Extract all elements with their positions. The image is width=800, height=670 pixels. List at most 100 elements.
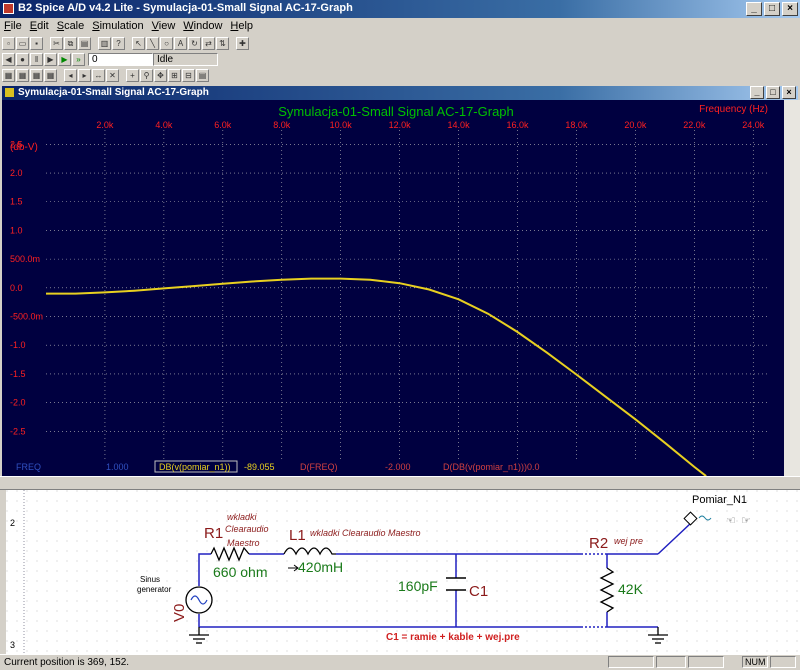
new-file-icon[interactable]: ▫ xyxy=(2,36,15,50)
stop-icon[interactable]: ● xyxy=(16,52,29,66)
r1-value: 660 ohm xyxy=(213,564,267,580)
x-tick-label: 18.0k xyxy=(565,120,588,130)
table-icon[interactable]: ▤ xyxy=(196,68,209,82)
text-tool-icon[interactable]: A xyxy=(174,36,187,50)
step-value-field[interactable]: 0 xyxy=(88,52,153,66)
graph-minimize-button[interactable]: _ xyxy=(750,86,764,99)
menu-view[interactable]: View xyxy=(148,18,180,34)
open-folder-icon[interactable]: ▭ xyxy=(16,36,29,50)
graph-toolbar: ▦ ▦ ▦ ▦ ◂ ▸ ↔ ✕ + ⚲ ✥ ⊞ ⊟ ▤ xyxy=(2,67,210,83)
rotate-tool-icon[interactable]: ↻ xyxy=(188,36,201,50)
x-tick-label: 22.0k xyxy=(683,120,706,130)
x-tick-label: 24.0k xyxy=(742,120,765,130)
x-tick-label: 12.0k xyxy=(389,120,412,130)
row-label-3: 3 xyxy=(10,640,15,650)
x-tick-label: 10.0k xyxy=(330,120,353,130)
y-tick-label: 1.5 xyxy=(10,197,23,207)
x-axis-label: Frequency (Hz) xyxy=(699,104,768,115)
menu-scale[interactable]: Scale xyxy=(53,18,89,34)
select-arrow-icon[interactable]: ↖ xyxy=(132,36,145,50)
copy-icon[interactable]: ⧉ xyxy=(64,36,77,50)
menu-file[interactable]: File xyxy=(0,18,26,34)
graph-maximize-button[interactable]: □ xyxy=(766,86,780,99)
cut-icon[interactable]: ✂ xyxy=(50,36,63,50)
cursor-swap-icon[interactable]: ↔ xyxy=(92,68,105,82)
x-tick-label: 8.0k xyxy=(273,120,291,130)
save-icon[interactable]: ▪ xyxy=(30,36,43,50)
cursor-x-icon[interactable]: ✕ xyxy=(106,68,119,82)
maximize-button[interactable]: □ xyxy=(764,2,780,16)
chart-title: Symulacja-01-Small Signal AC-17-Graph xyxy=(278,104,514,119)
graph-tool-4-icon[interactable]: ▦ xyxy=(44,68,57,82)
menu-bar: File Edit Scale Simulation View Window H… xyxy=(0,18,800,34)
minimize-button[interactable]: _ xyxy=(746,2,762,16)
menu-window[interactable]: Window xyxy=(179,18,226,34)
r2-value: 42K xyxy=(618,581,644,597)
hand-icon: ☞ xyxy=(741,515,751,527)
flip-tool-icon[interactable]: ⇄ xyxy=(202,36,215,50)
app-icon xyxy=(3,3,14,14)
v0-desc-1: Sinus xyxy=(140,575,160,584)
crosshair-icon[interactable]: + xyxy=(126,68,139,82)
plot-scrollbar[interactable] xyxy=(784,100,800,476)
x-tick-label: 20.0k xyxy=(624,120,647,130)
cursor-dtrace-value: 0.0 xyxy=(527,462,540,472)
pause-icon[interactable]: ‖ xyxy=(30,52,43,66)
y-tick-label: -500.0m xyxy=(10,312,43,322)
r1-desc-3: Maestro xyxy=(227,538,260,548)
c1-value: 160pF xyxy=(398,578,438,594)
cursor-left-icon[interactable]: ◂ xyxy=(64,68,77,82)
grid-icon[interactable]: ⊟ xyxy=(182,68,195,82)
c1-name: C1 xyxy=(469,583,488,600)
probe-tool-icon[interactable]: ✚ xyxy=(236,36,249,50)
wire-tool-icon[interactable]: ╲ xyxy=(146,36,159,50)
step-forward-icon[interactable]: ▶ xyxy=(44,52,57,66)
row-label-2: 2 xyxy=(10,518,15,528)
pan-icon[interactable]: ✥ xyxy=(154,68,167,82)
zoom-tool-icon[interactable]: ○ xyxy=(160,36,173,50)
zoom-icon[interactable]: ⚲ xyxy=(140,68,153,82)
cursor-trace-value: -89.055 xyxy=(244,462,275,472)
plot-area[interactable]: 2.0k 4.0k 6.0k 8.0k 10.0k 12.0k 14.0k 16.0k 18.0… xyxy=(2,100,784,476)
graph-tool-3-icon[interactable]: ▦ xyxy=(30,68,43,82)
menu-help[interactable]: Help xyxy=(226,18,257,34)
step-back-icon[interactable]: ◀ xyxy=(2,52,15,66)
l1-value: 420mH xyxy=(298,559,343,575)
graph-tool-2-icon[interactable]: ▦ xyxy=(16,68,29,82)
run-icon[interactable]: ▶ xyxy=(58,52,71,66)
cursor-right-icon[interactable]: ▸ xyxy=(78,68,91,82)
fit-icon[interactable]: ⊞ xyxy=(168,68,181,82)
num-lock-indicator: NUM xyxy=(742,656,768,668)
r2-name: R2 xyxy=(589,535,608,552)
circuit-note: C1 = ramie + kable + wej.pre xyxy=(386,632,520,643)
r1-desc-1: wkladki xyxy=(227,512,258,522)
fast-forward-icon[interactable]: » xyxy=(72,52,85,66)
pane-splitter[interactable] xyxy=(0,476,800,490)
menu-simulation[interactable]: Simulation xyxy=(88,18,147,34)
v0-desc-2: generator xyxy=(137,585,172,594)
y-tick-label: -2.5 xyxy=(10,426,26,436)
schematic-canvas[interactable]: 2 3 R1 wkladki Clearaudio Maestro 660 oh… xyxy=(6,490,800,654)
menu-edit[interactable]: Edit xyxy=(26,18,53,34)
graph-close-button[interactable]: × xyxy=(782,86,796,99)
r1-name: R1 xyxy=(204,525,223,542)
v0-name: V0 xyxy=(171,604,188,622)
x-tick-label: 14.0k xyxy=(448,120,471,130)
close-button[interactable]: × xyxy=(782,2,798,16)
schematic-pane[interactable]: 2 3 R1 wkladki Clearaudio Maestro 660 oh… xyxy=(6,490,800,654)
cursor-freq-label: FREQ xyxy=(16,462,41,472)
graph-tool-1-icon[interactable]: ▦ xyxy=(2,68,15,82)
standard-toolbar: ▫ ▭ ▪ ✂ ⧉ ▤ ▥ ? ↖ ╲ ○ A ↻ ⇄ ⇅ ✚ xyxy=(2,35,250,51)
y-tick-label: 2.0 xyxy=(10,168,23,178)
help-icon[interactable]: ? xyxy=(112,36,125,50)
print-icon[interactable]: ▥ xyxy=(98,36,111,50)
cursor-dfreq-label: D(FREQ) xyxy=(300,462,338,472)
graph-window-title: Symulacja-01-Small Signal AC-17-Graph xyxy=(18,87,209,98)
status-panel-3 xyxy=(688,656,724,668)
y-tick-label: 500.0m xyxy=(10,254,40,264)
bode-chart[interactable]: 2.0k 4.0k 6.0k 8.0k 10.0k 12.0k 14.0k 16.0k 18.0… xyxy=(2,100,784,476)
app-titlebar: B2 Spice A/D v4.2 Lite - Symulacja-01-Sm… xyxy=(0,0,800,18)
cursor-freq-value: 1.000 xyxy=(106,462,129,472)
mirror-tool-icon[interactable]: ⇅ xyxy=(216,36,229,50)
paste-icon[interactable]: ▤ xyxy=(78,36,91,50)
